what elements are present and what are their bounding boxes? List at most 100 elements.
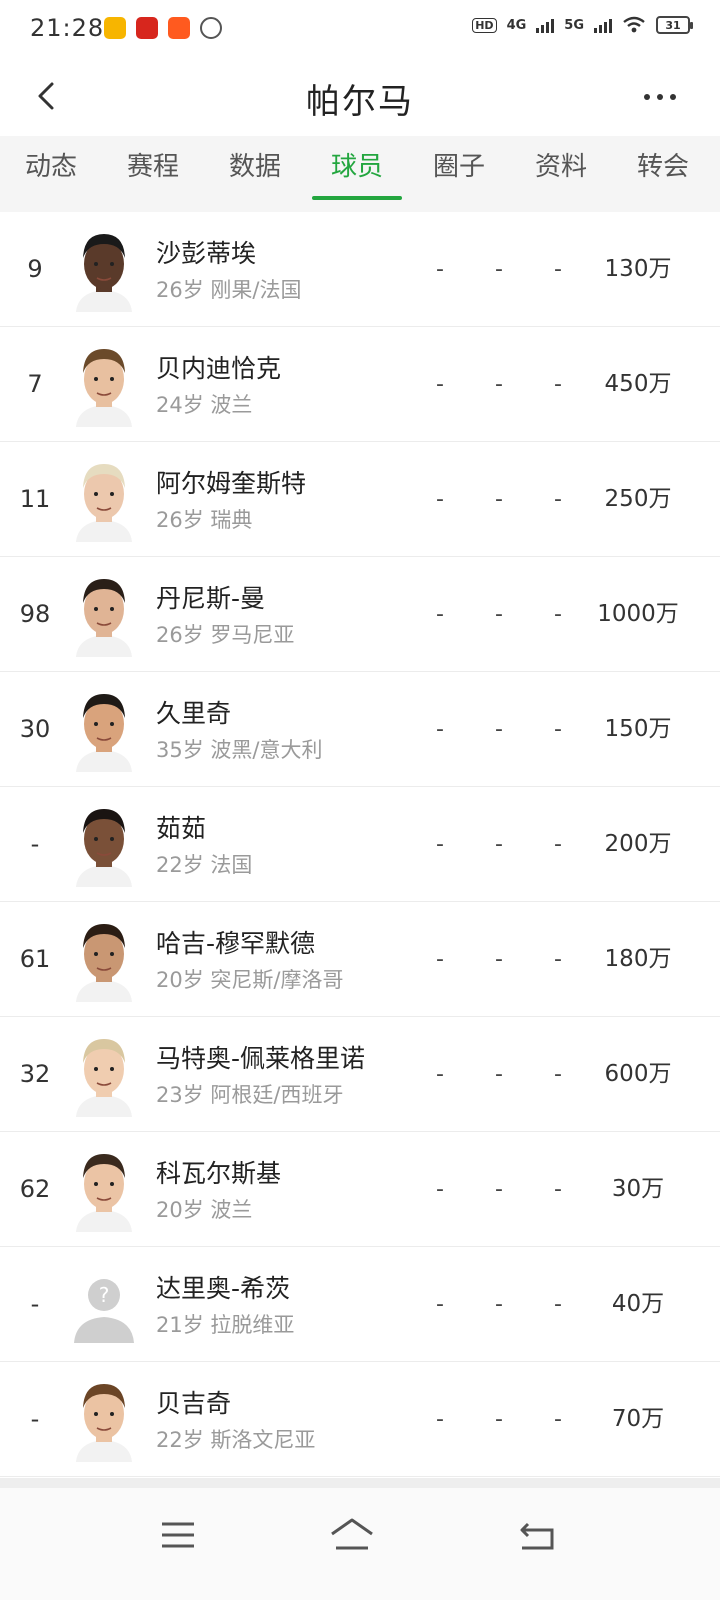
tab-info[interactable]: 资料 bbox=[510, 136, 612, 212]
player-number: - bbox=[30, 1405, 40, 1433]
player-age-nationality: 24岁 波兰 bbox=[156, 393, 253, 417]
player-name: 贝内迪恰克 bbox=[156, 354, 282, 383]
player-market-value: 200万 bbox=[604, 831, 672, 857]
back-nav-icon[interactable] bbox=[508, 1510, 568, 1560]
tab-dynamics[interactable]: 动态 bbox=[0, 136, 102, 212]
home-icon[interactable] bbox=[322, 1510, 382, 1560]
network-4g-label: 4G bbox=[506, 17, 527, 33]
player-market-value: 150万 bbox=[604, 716, 672, 742]
player-stat-2: - bbox=[495, 1407, 503, 1432]
player-stat-2: - bbox=[495, 947, 503, 972]
player-market-value: 250万 bbox=[604, 486, 672, 512]
player-row[interactable]: 7 贝内迪恰克 24岁 波兰 - - - 450万 bbox=[0, 327, 720, 442]
player-stat-3: - bbox=[554, 947, 562, 972]
player-stat-3: - bbox=[554, 257, 562, 282]
player-stat-1: - bbox=[436, 947, 444, 972]
player-row[interactable]: - 贝吉奇 22岁 斯洛文尼亚 - - - 70万 bbox=[0, 1362, 720, 1477]
player-stat-3: - bbox=[554, 602, 562, 627]
player-age-nationality: 26岁 罗马尼亚 bbox=[156, 623, 295, 647]
menu-icon[interactable] bbox=[148, 1510, 208, 1560]
player-stat-2: - bbox=[495, 257, 503, 282]
player-stat-3: - bbox=[554, 372, 562, 397]
player-stat-1: - bbox=[436, 1062, 444, 1087]
player-market-value: 450万 bbox=[604, 371, 672, 397]
player-list[interactable]: 9 沙彭蒂埃 26岁 刚果/法国 - - - 130万 7 贝内迪恰克 24岁 … bbox=[0, 212, 720, 1478]
player-stat-3: - bbox=[554, 1292, 562, 1317]
player-age-nationality: 22岁 斯洛文尼亚 bbox=[156, 1428, 316, 1452]
player-market-value: 180万 bbox=[604, 946, 672, 972]
player-stat-2: - bbox=[495, 487, 503, 512]
player-row[interactable]: - ? 达里奥-希茨 21岁 拉脱维亚 - - - 40万 bbox=[0, 1247, 720, 1362]
player-number: 9 bbox=[27, 255, 43, 283]
player-age-nationality: 26岁 瑞典 bbox=[156, 508, 253, 532]
player-stat-1: - bbox=[436, 1292, 444, 1317]
player-avatar bbox=[76, 1384, 132, 1462]
player-age-nationality: 23岁 阿根廷/西班牙 bbox=[156, 1083, 344, 1107]
player-number: - bbox=[30, 830, 40, 858]
player-market-value: 70万 bbox=[611, 1406, 665, 1432]
tab-players[interactable]: 球员 bbox=[306, 136, 408, 212]
sync-app-icon bbox=[200, 17, 222, 39]
more-options-icon[interactable] bbox=[644, 94, 676, 100]
player-avatar bbox=[76, 694, 132, 772]
player-age-nationality: 20岁 波兰 bbox=[156, 1198, 253, 1222]
placeholder-avatar-icon: ? bbox=[74, 1279, 134, 1343]
battery-icon: 31 bbox=[656, 16, 693, 34]
player-number: 11 bbox=[19, 485, 51, 513]
player-row[interactable]: 98 丹尼斯-曼 26岁 罗马尼亚 - - - 1000万 bbox=[0, 557, 720, 672]
player-stat-1: - bbox=[436, 1407, 444, 1432]
player-stat-1: - bbox=[436, 717, 444, 742]
player-stat-2: - bbox=[495, 602, 503, 627]
player-name: 科瓦尔斯基 bbox=[156, 1159, 282, 1188]
tab-community[interactable]: 圈子 bbox=[408, 136, 510, 212]
player-name: 贝吉奇 bbox=[156, 1389, 232, 1418]
tab-stats[interactable]: 数据 bbox=[204, 136, 306, 212]
player-avatar bbox=[76, 924, 132, 1002]
player-row[interactable]: 9 沙彭蒂埃 26岁 刚果/法国 - - - 130万 bbox=[0, 212, 720, 327]
player-row[interactable]: 30 久里奇 35岁 波黑/意大利 - - - 150万 bbox=[0, 672, 720, 787]
network-5g-label: 5G bbox=[564, 17, 584, 33]
player-row[interactable]: - 茹茹 22岁 法国 - - - 200万 bbox=[0, 787, 720, 902]
player-stat-3: - bbox=[554, 487, 562, 512]
player-row[interactable]: 11 阿尔姆奎斯特 26岁 瑞典 - - - 250万 bbox=[0, 442, 720, 557]
player-age-nationality: 35岁 波黑/意大利 bbox=[156, 738, 323, 762]
status-bar: 21:28 HD 4G 5G 31 bbox=[0, 0, 720, 58]
player-stat-1: - bbox=[436, 832, 444, 857]
player-number: 7 bbox=[27, 370, 43, 398]
tab-transfers[interactable]: 转会 bbox=[612, 136, 714, 212]
player-market-value: 40万 bbox=[611, 1291, 665, 1317]
signal-5g-icon bbox=[594, 17, 612, 33]
player-stat-3: - bbox=[554, 1062, 562, 1087]
status-indicators: HD 4G 5G 31 bbox=[472, 16, 693, 34]
player-number: 30 bbox=[19, 715, 51, 743]
player-age-nationality: 20岁 突尼斯/摩洛哥 bbox=[156, 968, 344, 992]
player-market-value: 600万 bbox=[604, 1061, 672, 1087]
player-name: 马特奥-佩莱格里诺 bbox=[156, 1044, 366, 1073]
player-age-nationality: 26岁 刚果/法国 bbox=[156, 278, 302, 302]
status-time: 21:28 bbox=[30, 14, 105, 42]
player-row[interactable]: 32 马特奥-佩莱格里诺 23岁 阿根廷/西班牙 - - - 600万 bbox=[0, 1017, 720, 1132]
player-name: 久里奇 bbox=[156, 699, 232, 728]
tab-schedule[interactable]: 赛程 bbox=[102, 136, 204, 212]
wifi-icon bbox=[623, 16, 645, 33]
player-stat-1: - bbox=[436, 487, 444, 512]
player-name: 茹茹 bbox=[156, 814, 207, 843]
player-market-value: 30万 bbox=[611, 1176, 665, 1202]
player-stat-3: - bbox=[554, 1177, 562, 1202]
player-stat-1: - bbox=[436, 372, 444, 397]
player-stat-2: - bbox=[495, 1177, 503, 1202]
app-header: 帕尔马 bbox=[0, 58, 720, 136]
tab-bar: 动态 赛程 数据 球员 圈子 资料 转会 bbox=[0, 136, 720, 212]
system-nav-bar bbox=[0, 1488, 720, 1600]
player-stat-2: - bbox=[495, 1062, 503, 1087]
player-stat-1: - bbox=[436, 1177, 444, 1202]
player-stat-3: - bbox=[554, 832, 562, 857]
player-number: 98 bbox=[19, 600, 51, 628]
player-row[interactable]: 62 科瓦尔斯基 20岁 波兰 - - - 30万 bbox=[0, 1132, 720, 1247]
notification-icons bbox=[104, 17, 222, 39]
player-name: 丹尼斯-曼 bbox=[156, 584, 266, 613]
player-row[interactable]: 61 哈吉-穆罕默德 20岁 突尼斯/摩洛哥 - - - 180万 bbox=[0, 902, 720, 1017]
player-stat-2: - bbox=[495, 372, 503, 397]
player-age-nationality: 22岁 法国 bbox=[156, 853, 253, 877]
player-number: 62 bbox=[19, 1175, 51, 1203]
